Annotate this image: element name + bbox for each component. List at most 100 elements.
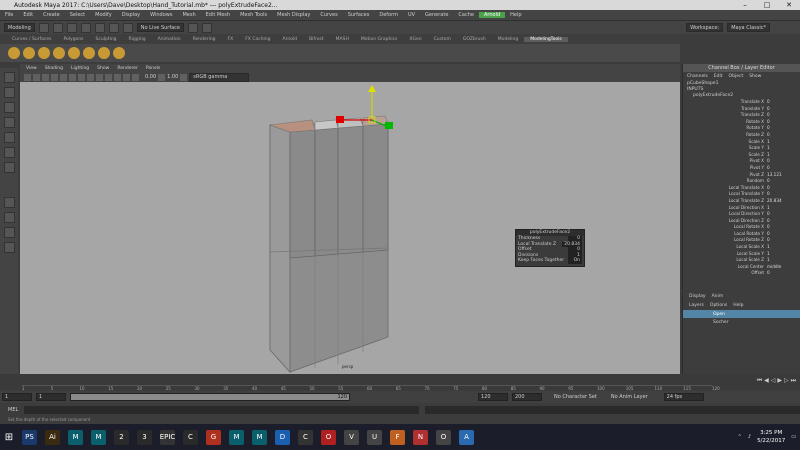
taskbar-app-icon[interactable]: C <box>183 429 198 445</box>
inview-value[interactable]: On <box>568 258 582 264</box>
taskbar-app-icon[interactable]: C <box>298 429 313 445</box>
film-gate-icon[interactable] <box>69 73 76 81</box>
range-start-field[interactable]: 1 <box>36 393 66 401</box>
attribute-value[interactable]: 0 <box>767 218 795 225</box>
channel-attribute[interactable]: Local Translate X0 <box>683 185 800 192</box>
step-forward-icon[interactable]: ▷ <box>784 377 789 385</box>
menu-edit[interactable]: Edit <box>18 12 38 18</box>
attribute-value[interactable]: 0 <box>767 270 795 277</box>
shelf-tab[interactable]: MASH <box>330 37 355 42</box>
range-slider[interactable]: 120 <box>70 393 350 401</box>
taskbar-app-icon[interactable]: U <box>367 429 382 445</box>
taskbar-app-icon[interactable]: 3 <box>137 429 152 445</box>
channel-menu-object[interactable]: Object <box>729 74 744 79</box>
layer-tab-display[interactable]: Display <box>689 294 706 299</box>
menu-windows[interactable]: Windows <box>145 12 177 18</box>
move-tool-icon[interactable] <box>3 117 15 128</box>
taskbar-app-icon[interactable]: N <box>413 429 428 445</box>
play-back-icon[interactable]: ◁ <box>771 377 776 385</box>
taskbar-app-icon[interactable]: M <box>91 429 106 445</box>
menu-surfaces[interactable]: Surfaces <box>343 12 375 18</box>
shelf-tab[interactable]: Sculpting <box>90 37 123 42</box>
menu-deform[interactable]: Deform <box>374 12 403 18</box>
last-tool-icon[interactable] <box>3 162 15 173</box>
panel-menu-lighting[interactable]: Lighting <box>67 66 93 71</box>
shelf-tab[interactable]: Animation <box>152 37 187 42</box>
select-tool-icon[interactable] <box>3 72 15 83</box>
lasso-tool-icon[interactable] <box>3 87 15 98</box>
channel-attribute[interactable]: Random 0 <box>683 178 800 185</box>
goto-end-icon[interactable]: ⏭ <box>791 377 796 385</box>
snap-point-icon[interactable] <box>122 22 133 33</box>
mel-input[interactable] <box>24 406 419 414</box>
shelf-tab[interactable]: FX <box>222 37 240 42</box>
taskbar-app-icon[interactable]: V <box>344 429 359 445</box>
shelf-tab[interactable]: Rigging <box>123 37 152 42</box>
shelf-tab[interactable]: FX Caching <box>239 37 276 42</box>
mel-label[interactable]: MEL <box>8 407 18 413</box>
gamma-value[interactable]: 1.00 <box>167 74 178 80</box>
shelf-tab[interactable]: Bifrost <box>303 37 330 42</box>
panel-menu-view[interactable]: View <box>22 66 41 71</box>
shelf-tab[interactable]: ModelingTools <box>524 36 568 42</box>
channel-attribute[interactable]: Local Rotate Z0 <box>683 237 800 244</box>
resolution-gate-icon[interactable] <box>78 73 85 81</box>
anim-layer-dropdown[interactable]: No Anim Layer <box>611 394 648 400</box>
channel-attribute[interactable]: Offset 0 <box>683 270 800 277</box>
taskbar-app-icon[interactable]: A <box>459 429 474 445</box>
channel-attribute[interactable]: Local Scale Z1 <box>683 257 800 264</box>
clock[interactable]: 3:25 PM 5/22/2017 <box>757 429 785 445</box>
fps-dropdown[interactable]: 24 fps <box>663 393 704 401</box>
channel-attribute[interactable]: Scale X1 <box>683 139 800 146</box>
graph-layout-icon[interactable] <box>3 242 15 253</box>
taskbar-app-icon[interactable]: M <box>252 429 267 445</box>
attribute-value[interactable]: 0 <box>767 211 795 218</box>
shelf-tab[interactable]: Curves / Surfaces <box>6 37 58 42</box>
channel-attribute[interactable]: Local Scale X1 <box>683 244 800 251</box>
taskbar-app-icon[interactable]: EPIC <box>160 429 175 445</box>
channel-attribute[interactable]: Local Rotate X0 <box>683 224 800 231</box>
menu-file[interactable]: File <box>0 12 18 18</box>
attribute-value[interactable]: 1 <box>767 251 795 258</box>
xray-icon[interactable] <box>132 73 139 81</box>
panel-menu-shading[interactable]: Shading <box>41 66 67 71</box>
taskbar-app-icon[interactable]: O <box>436 429 451 445</box>
channel-attribute[interactable]: Pivot Y0 <box>683 165 800 172</box>
menu-mesh-tools[interactable]: Mesh Tools <box>235 12 272 18</box>
textured-icon[interactable] <box>105 73 112 81</box>
attribute-value[interactable]: 1 <box>767 205 795 212</box>
attribute-value[interactable]: 0 <box>767 132 795 139</box>
attribute-value[interactable]: 1 <box>767 152 795 159</box>
attribute-value[interactable]: middle <box>767 264 795 271</box>
extrude-inview-editor[interactable]: polyExtrudeFace2 Thickness 0 Local Transla… <box>515 229 585 267</box>
channel-attribute[interactable]: Local Scale Y1 <box>683 251 800 258</box>
menu-select[interactable]: Select <box>65 12 90 18</box>
panel-menu-show[interactable]: Show <box>93 66 113 71</box>
menu-display[interactable]: Display <box>117 12 145 18</box>
layer-item[interactable]: Socher <box>683 318 800 326</box>
max-time-field[interactable]: 200 <box>512 393 542 401</box>
grid-icon[interactable] <box>60 73 67 81</box>
exposure-value[interactable]: 0.00 <box>145 74 156 80</box>
channel-attribute[interactable]: Scale Y1 <box>683 145 800 152</box>
attribute-value[interactable]: 0 <box>767 237 795 244</box>
channel-attribute[interactable]: Rotate Z0 <box>683 132 800 139</box>
shelf-tool-icon[interactable] <box>8 47 20 59</box>
attribute-value[interactable]: 0 <box>767 224 795 231</box>
taskbar-app-icon[interactable]: G <box>206 429 221 445</box>
channel-attribute[interactable]: Local Direction Z0 <box>683 218 800 225</box>
menu-curves[interactable]: Curves <box>315 12 342 18</box>
attribute-value[interactable]: 1 <box>767 145 795 152</box>
snap-curve-icon[interactable] <box>108 22 119 33</box>
shadows-icon[interactable] <box>123 73 130 81</box>
end-time-field[interactable]: 120 <box>478 393 508 401</box>
menu-edit-mesh[interactable]: Edit Mesh <box>201 12 235 18</box>
channel-attribute[interactable]: Translate X0 <box>683 99 800 106</box>
channel-attribute[interactable]: Local Translate Z 20.834 <box>683 198 800 205</box>
shelf-tab[interactable]: Arnold <box>277 37 304 42</box>
menu-create[interactable]: Create <box>38 12 65 18</box>
channel-attribute[interactable]: Local Translate Y0 <box>683 191 800 198</box>
layer-menu-layers[interactable]: Layers <box>689 303 704 308</box>
layer-menu-help[interactable]: Help <box>733 303 743 308</box>
attribute-value[interactable]: 0 <box>767 99 795 106</box>
